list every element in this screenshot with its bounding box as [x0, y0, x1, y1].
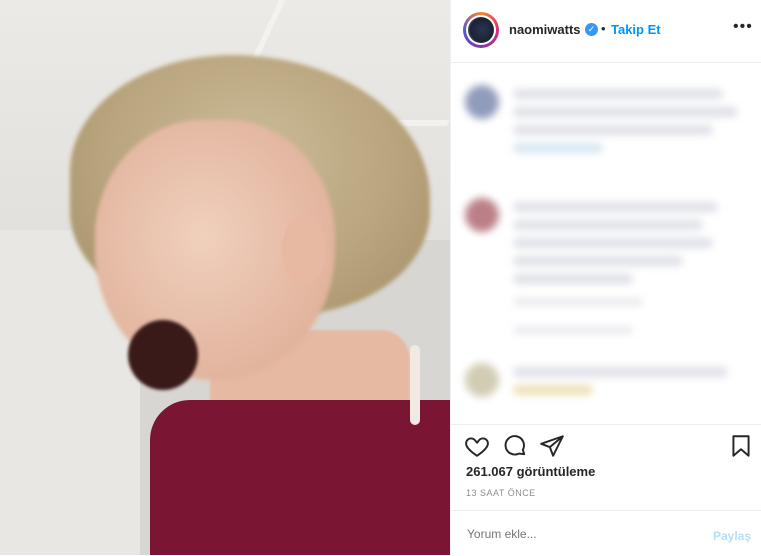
share-icon[interactable] [539, 433, 565, 459]
username-link[interactable]: naomiwatts [509, 22, 581, 37]
comment-icon[interactable] [502, 433, 528, 459]
list-item [465, 198, 750, 348]
person-mouth [128, 320, 198, 390]
post-comment-button[interactable]: Paylaş [713, 529, 751, 543]
comment-avatar [465, 363, 499, 397]
post-side-panel: naomiwatts ✓ • Takip Et ••• 261.067 görü… [450, 0, 761, 555]
view-count[interactable]: 261.067 görüntüleme [466, 464, 595, 479]
heart-icon[interactable] [464, 433, 490, 459]
follow-button[interactable]: Takip Et [611, 22, 661, 37]
post-video[interactable] [0, 0, 450, 555]
person-ear [282, 215, 326, 285]
avatar-image [468, 17, 494, 43]
instagram-post: naomiwatts ✓ • Takip Et ••• 261.067 görü… [0, 0, 761, 555]
verified-icon: ✓ [585, 23, 598, 36]
header-separator: • [601, 21, 606, 36]
more-icon[interactable]: ••• [733, 18, 753, 36]
comment-input[interactable] [465, 526, 699, 542]
comments-list[interactable] [451, 63, 761, 423]
shirt-strap [410, 345, 420, 425]
post-timestamp[interactable]: 13 SAAT ÖNCE [466, 488, 536, 498]
avatar[interactable] [463, 12, 499, 48]
add-comment-bar: Paylaş [451, 510, 761, 556]
comment-avatar [465, 85, 499, 119]
person-shirt [150, 400, 450, 555]
bookmark-icon[interactable] [728, 433, 754, 459]
comment-avatar [465, 198, 499, 232]
post-header: naomiwatts ✓ • Takip Et ••• [451, 0, 761, 63]
action-bar [451, 424, 761, 465]
list-item [465, 85, 750, 175]
list-item [465, 363, 750, 413]
